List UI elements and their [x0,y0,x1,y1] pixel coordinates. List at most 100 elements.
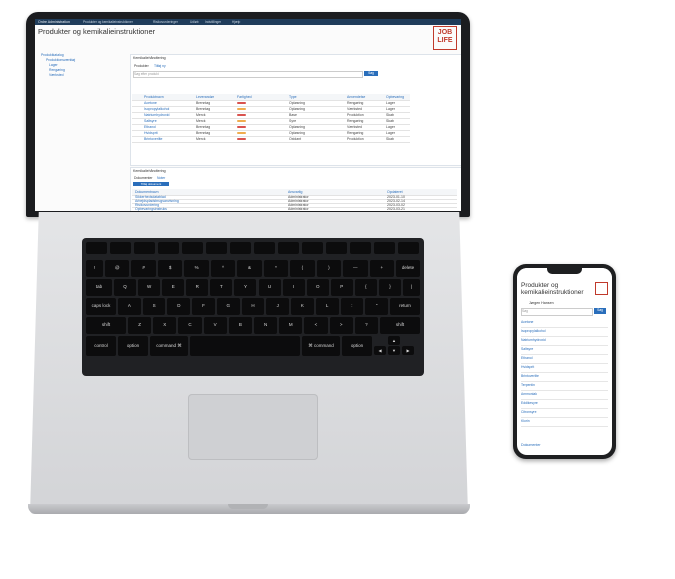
key[interactable]: Z [128,317,152,334]
key[interactable]: A [118,298,141,315]
table-row[interactable]: Brintoverilte Merck Oxidant Produktion Skab [132,136,410,143]
key[interactable]: Q [114,279,137,296]
key[interactable]: R [186,279,209,296]
tree-item[interactable]: Rengøring [49,68,65,72]
col-header[interactable]: Opbevaring [386,95,404,99]
key[interactable]: F [192,298,215,315]
key[interactable]: # [131,260,156,277]
phone-list-item[interactable]: Ethanol [521,356,608,364]
phone-list-item[interactable]: Natriumhydroxid [521,338,608,346]
key[interactable]: < [304,317,328,334]
key[interactable]: U [258,279,281,296]
col-header[interactable]: Leverandør [196,95,214,99]
tree-item[interactable]: Produktkatalog [41,53,64,57]
key[interactable]: M [279,317,303,334]
document-col-header[interactable]: Ansvarlig [288,190,302,194]
key[interactable]: : [340,298,364,315]
table-cell-name[interactable]: Brintoverilte [144,137,162,141]
phone-list-item[interactable]: Brintoverilte [521,374,608,382]
key[interactable]: + [369,260,394,277]
function-key[interactable] [230,242,251,254]
phone-list-item[interactable]: Ammoniak [521,392,608,400]
function-key[interactable] [278,242,299,254]
key[interactable]: L [315,298,339,315]
key[interactable]: shift [380,317,420,334]
document-col-header[interactable]: Dokumentnavn [135,190,159,194]
key[interactable]: E [162,279,185,296]
up-arrow-key[interactable]: ▲ [388,336,400,345]
function-key[interactable] [398,242,419,254]
key[interactable]: ? [354,317,378,334]
tab-documents[interactable]: Dokumenter [134,176,152,180]
table-cell-name[interactable]: Acetone [144,101,157,105]
function-key[interactable] [302,242,323,254]
key[interactable]: D [167,298,191,315]
topbar-nav-4[interactable]: Indstillinger [205,20,221,24]
down-arrow-key[interactable]: ▼ [388,346,400,355]
key[interactable]: ) [316,260,342,277]
function-key[interactable] [350,242,371,254]
function-key[interactable] [158,242,179,254]
spacebar[interactable] [190,336,300,356]
key[interactable]: @ [105,260,130,277]
document-col-header[interactable]: Opdateret [387,190,403,194]
key[interactable]: S [142,298,166,315]
function-key[interactable] [86,242,107,254]
document-cell-doc[interactable]: Opbevaringsinstruks [135,207,167,211]
trackpad[interactable] [188,394,318,460]
function-key[interactable] [254,242,275,254]
key[interactable]: delete [396,260,420,277]
table-cell-name[interactable]: Isopropylalkohol [144,107,169,111]
key[interactable]: W [138,279,161,296]
key[interactable]: ^ [210,260,236,277]
key[interactable]: T [210,279,233,296]
key[interactable]: H [241,298,265,315]
key[interactable]: & [237,260,262,277]
key[interactable]: ! [86,260,103,277]
key[interactable]: C [178,317,202,334]
key[interactable]: " [365,298,388,315]
key[interactable]: | [403,279,420,296]
table-cell-name[interactable]: Natriumhydroxid [144,113,169,117]
key[interactable]: caps lock [86,298,116,315]
key[interactable]: — [343,260,368,277]
document-row[interactable]: Opbevaringsinstruks Administrator 2023-03-… [132,207,457,211]
add-document-button[interactable]: Tilføj dokument [133,182,169,186]
tree-item[interactable]: Værksted [49,73,64,77]
key[interactable]: * [263,260,289,277]
function-key[interactable] [182,242,203,254]
phone-list-item[interactable]: Eddikesyre [521,401,608,409]
key[interactable]: { [354,279,377,296]
table-cell-name[interactable]: Ethanol [144,125,156,129]
key[interactable]: ⌘ command [302,336,340,356]
col-header[interactable]: Produktnavn [144,95,164,99]
phone-list-item[interactable]: Hvidsprit [521,365,608,373]
tab-products[interactable]: Produkter [134,64,149,68]
key[interactable]: % [184,260,209,277]
key[interactable]: ( [290,260,315,277]
tree-item[interactable]: Produktionsværktøj [46,58,75,62]
key[interactable]: K [291,298,314,315]
function-key[interactable] [206,242,227,254]
key[interactable]: control [86,336,116,356]
phone-list-item[interactable]: Acetone [521,320,608,328]
function-key[interactable] [110,242,131,254]
col-header[interactable]: Farlighed [237,95,252,99]
phone-search-button[interactable]: Søg [594,308,606,314]
phone-search-input[interactable]: Søg [521,308,593,316]
key[interactable]: P [330,279,353,296]
topbar-nav-3[interactable]: Udløb [190,20,199,24]
key[interactable]: X [153,317,177,334]
key[interactable]: I [282,279,305,296]
function-key[interactable] [134,242,155,254]
topbar-nav-2[interactable]: Risikovurderinger [153,20,178,24]
function-key[interactable] [374,242,395,254]
tab-add-new[interactable]: Tilføj ny [154,64,166,68]
topbar-nav-5[interactable]: Hjælp [232,20,240,24]
key[interactable]: option [342,336,372,356]
topbar-nav-1[interactable]: Produkter og kemikalieinstruktioner [83,20,133,24]
key[interactable]: J [266,298,290,315]
phone-list-item[interactable]: Klorin [521,419,608,427]
phone-footer-link[interactable]: Dokumenter [521,443,541,447]
key[interactable]: > [329,317,353,334]
